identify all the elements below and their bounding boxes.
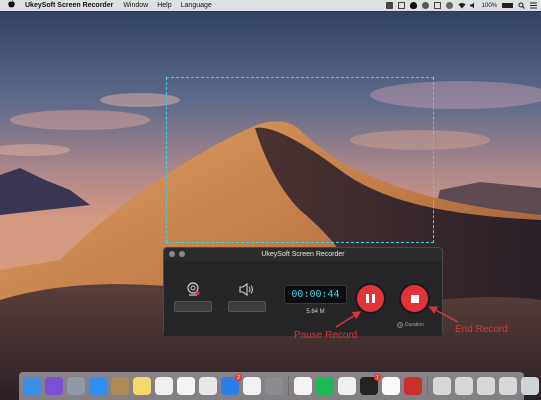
file-size: 5.64 M (306, 309, 325, 315)
notes-book-icon[interactable] (111, 377, 129, 395)
stop-icon (410, 294, 419, 303)
qq-icon[interactable]: 1 (360, 374, 381, 395)
window-thumb-icon[interactable] (433, 377, 451, 395)
document-icon[interactable] (382, 377, 400, 395)
volume-icon[interactable] (469, 2, 477, 9)
dock: 21 (19, 372, 539, 400)
blocked-app-icon[interactable] (338, 377, 356, 395)
window-thumb-icon[interactable] (455, 377, 473, 395)
audio-control[interactable] (228, 282, 266, 312)
system-preferences-icon[interactable] (265, 377, 283, 395)
pause-record-annotation: Pause Record (294, 330, 358, 341)
app-store-icon[interactable]: 2 (221, 374, 242, 395)
menu-help[interactable]: Help (157, 2, 171, 9)
battery-percent: 100% (481, 2, 497, 9)
trash-icon[interactable] (521, 377, 539, 395)
clock-icon (397, 322, 403, 328)
spotify-icon[interactable] (316, 377, 334, 395)
menu-extra-icon[interactable] (385, 2, 393, 9)
photos-icon[interactable] (155, 377, 173, 395)
recorder-title-bar[interactable]: UkeySoft Screen Recorder (164, 248, 442, 261)
menu-window[interactable]: Window (123, 2, 148, 9)
chrome-icon[interactable] (243, 377, 261, 395)
end-record-button[interactable] (401, 285, 428, 312)
wechat-icon[interactable] (421, 2, 429, 9)
cast-icon[interactable] (433, 2, 441, 9)
status-area: 100% (385, 0, 537, 11)
reminders-icon[interactable] (177, 377, 195, 395)
menu-bar: UkeySoft Screen Recorder Window Help Lan… (0, 0, 541, 11)
qq-status-icon[interactable] (409, 2, 417, 9)
menu-language[interactable]: Language (181, 2, 212, 9)
recording-timer: 00:00:44 (284, 285, 347, 304)
textedit-icon[interactable] (199, 377, 217, 395)
notification-badge: 1 (374, 374, 381, 381)
notification-badge: 2 (235, 374, 242, 381)
spotlight-search-icon[interactable] (518, 2, 525, 9)
siri-icon[interactable] (45, 377, 63, 395)
recorder-title: UkeySoft Screen Recorder (261, 251, 345, 258)
itunes-icon[interactable] (294, 377, 312, 395)
grid-icon[interactable] (397, 2, 405, 9)
duration-label: Duration (405, 322, 424, 328)
webcam-control[interactable] (174, 282, 212, 312)
window-thumb-icon[interactable] (477, 377, 495, 395)
menu-app-name[interactable]: UkeySoft Screen Recorder (25, 2, 113, 9)
speaker-icon[interactable] (239, 282, 255, 297)
webcam-select[interactable] (174, 301, 212, 312)
recorder-window: UkeySoft Screen Recorder 00:00:44 5.64 M (163, 247, 443, 336)
webcam-icon[interactable] (186, 282, 200, 297)
pause-record-button[interactable] (357, 285, 384, 312)
end-record-annotation: End Record (455, 324, 508, 335)
window-close-button[interactable] (169, 251, 175, 257)
recorder-dock-icon[interactable] (404, 377, 422, 395)
window-thumb-icon[interactable] (499, 377, 517, 395)
wifi-icon[interactable] (458, 2, 466, 9)
stickies-icon[interactable] (133, 377, 151, 395)
battery-icon[interactable] (502, 3, 513, 8)
dock-separator (288, 376, 289, 396)
finder-icon[interactable] (23, 377, 41, 395)
recorder-body: 00:00:44 5.64 M Duration (164, 261, 442, 336)
apple-logo-icon[interactable] (8, 0, 16, 11)
pause-icon (366, 294, 375, 303)
dock-separator (427, 376, 428, 396)
audio-select[interactable] (228, 301, 266, 312)
window-minimize-button[interactable] (179, 251, 185, 257)
launchpad-icon[interactable] (67, 377, 85, 395)
control-icon[interactable] (445, 2, 453, 9)
notification-center-icon[interactable] (530, 2, 537, 9)
duration-toggle[interactable]: Duration (397, 322, 424, 328)
recording-area-selection[interactable] (166, 77, 434, 243)
safari-icon[interactable] (89, 377, 107, 395)
